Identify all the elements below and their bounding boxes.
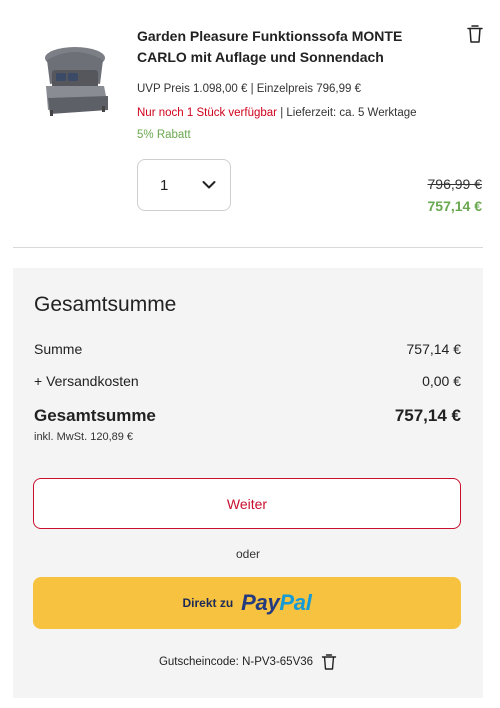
coupon-code: Gutscheincode: N-PV3-65V36 [13,653,483,671]
quantity-select[interactable]: 1 [137,159,231,211]
continue-button[interactable]: Weiter [33,478,461,529]
order-summary: Gesamtsumme Summe 757,14 € + Versandkost… [13,268,483,698]
paypal-button[interactable]: Direkt zu PayPal [33,577,461,629]
product-image[interactable] [38,40,112,120]
paypal-lead-text: Direkt zu [182,596,234,610]
cart-item: Garden Pleasure Funktionssofa MONTE CARL… [0,0,500,248]
total-amount: 757,14 € [394,406,461,425]
product-title[interactable]: Garden Pleasure Funktionssofa MONTE CARL… [137,26,437,68]
trash-icon[interactable] [466,24,484,44]
new-price: 757,14 € [427,198,483,214]
delivery-time: | Lieferzeit: ca. 5 Werktage [277,107,417,119]
coupon-label: Gutscheincode: N-PV3-65V36 [158,656,314,668]
discount-label: 5% Rabatt [137,129,191,141]
quantity-value: 1 [160,177,169,194]
old-price: 796,99 € [427,176,483,192]
paypal-logo-pay: Pay [241,590,280,615]
summary-title: Gesamtsumme [34,293,177,316]
stock-info: Nur noch 1 Stück verfügbar | Lieferzeit:… [137,106,417,120]
paypal-logo: PayPal [241,590,312,616]
chevron-down-icon [202,181,216,189]
or-separator: oder [235,547,261,561]
price-info: UVP Preis 1.098,00 € | Einzelpreis 796,9… [137,83,361,95]
stock-warning: Nur noch 1 Stück verfügbar [137,107,277,119]
shipping-amount: 0,00 € [422,373,461,389]
trash-icon[interactable] [321,653,337,671]
shipping-label: + Versandkosten [34,373,139,389]
divider [13,247,483,248]
subtotal-label: Summe [34,341,83,357]
vat-note: inkl. MwSt. 120,89 € [34,431,134,443]
subtotal-amount: 757,14 € [406,341,462,357]
total-label: Gesamtsumme [34,406,156,425]
paypal-logo-pal: Pal [279,590,312,615]
